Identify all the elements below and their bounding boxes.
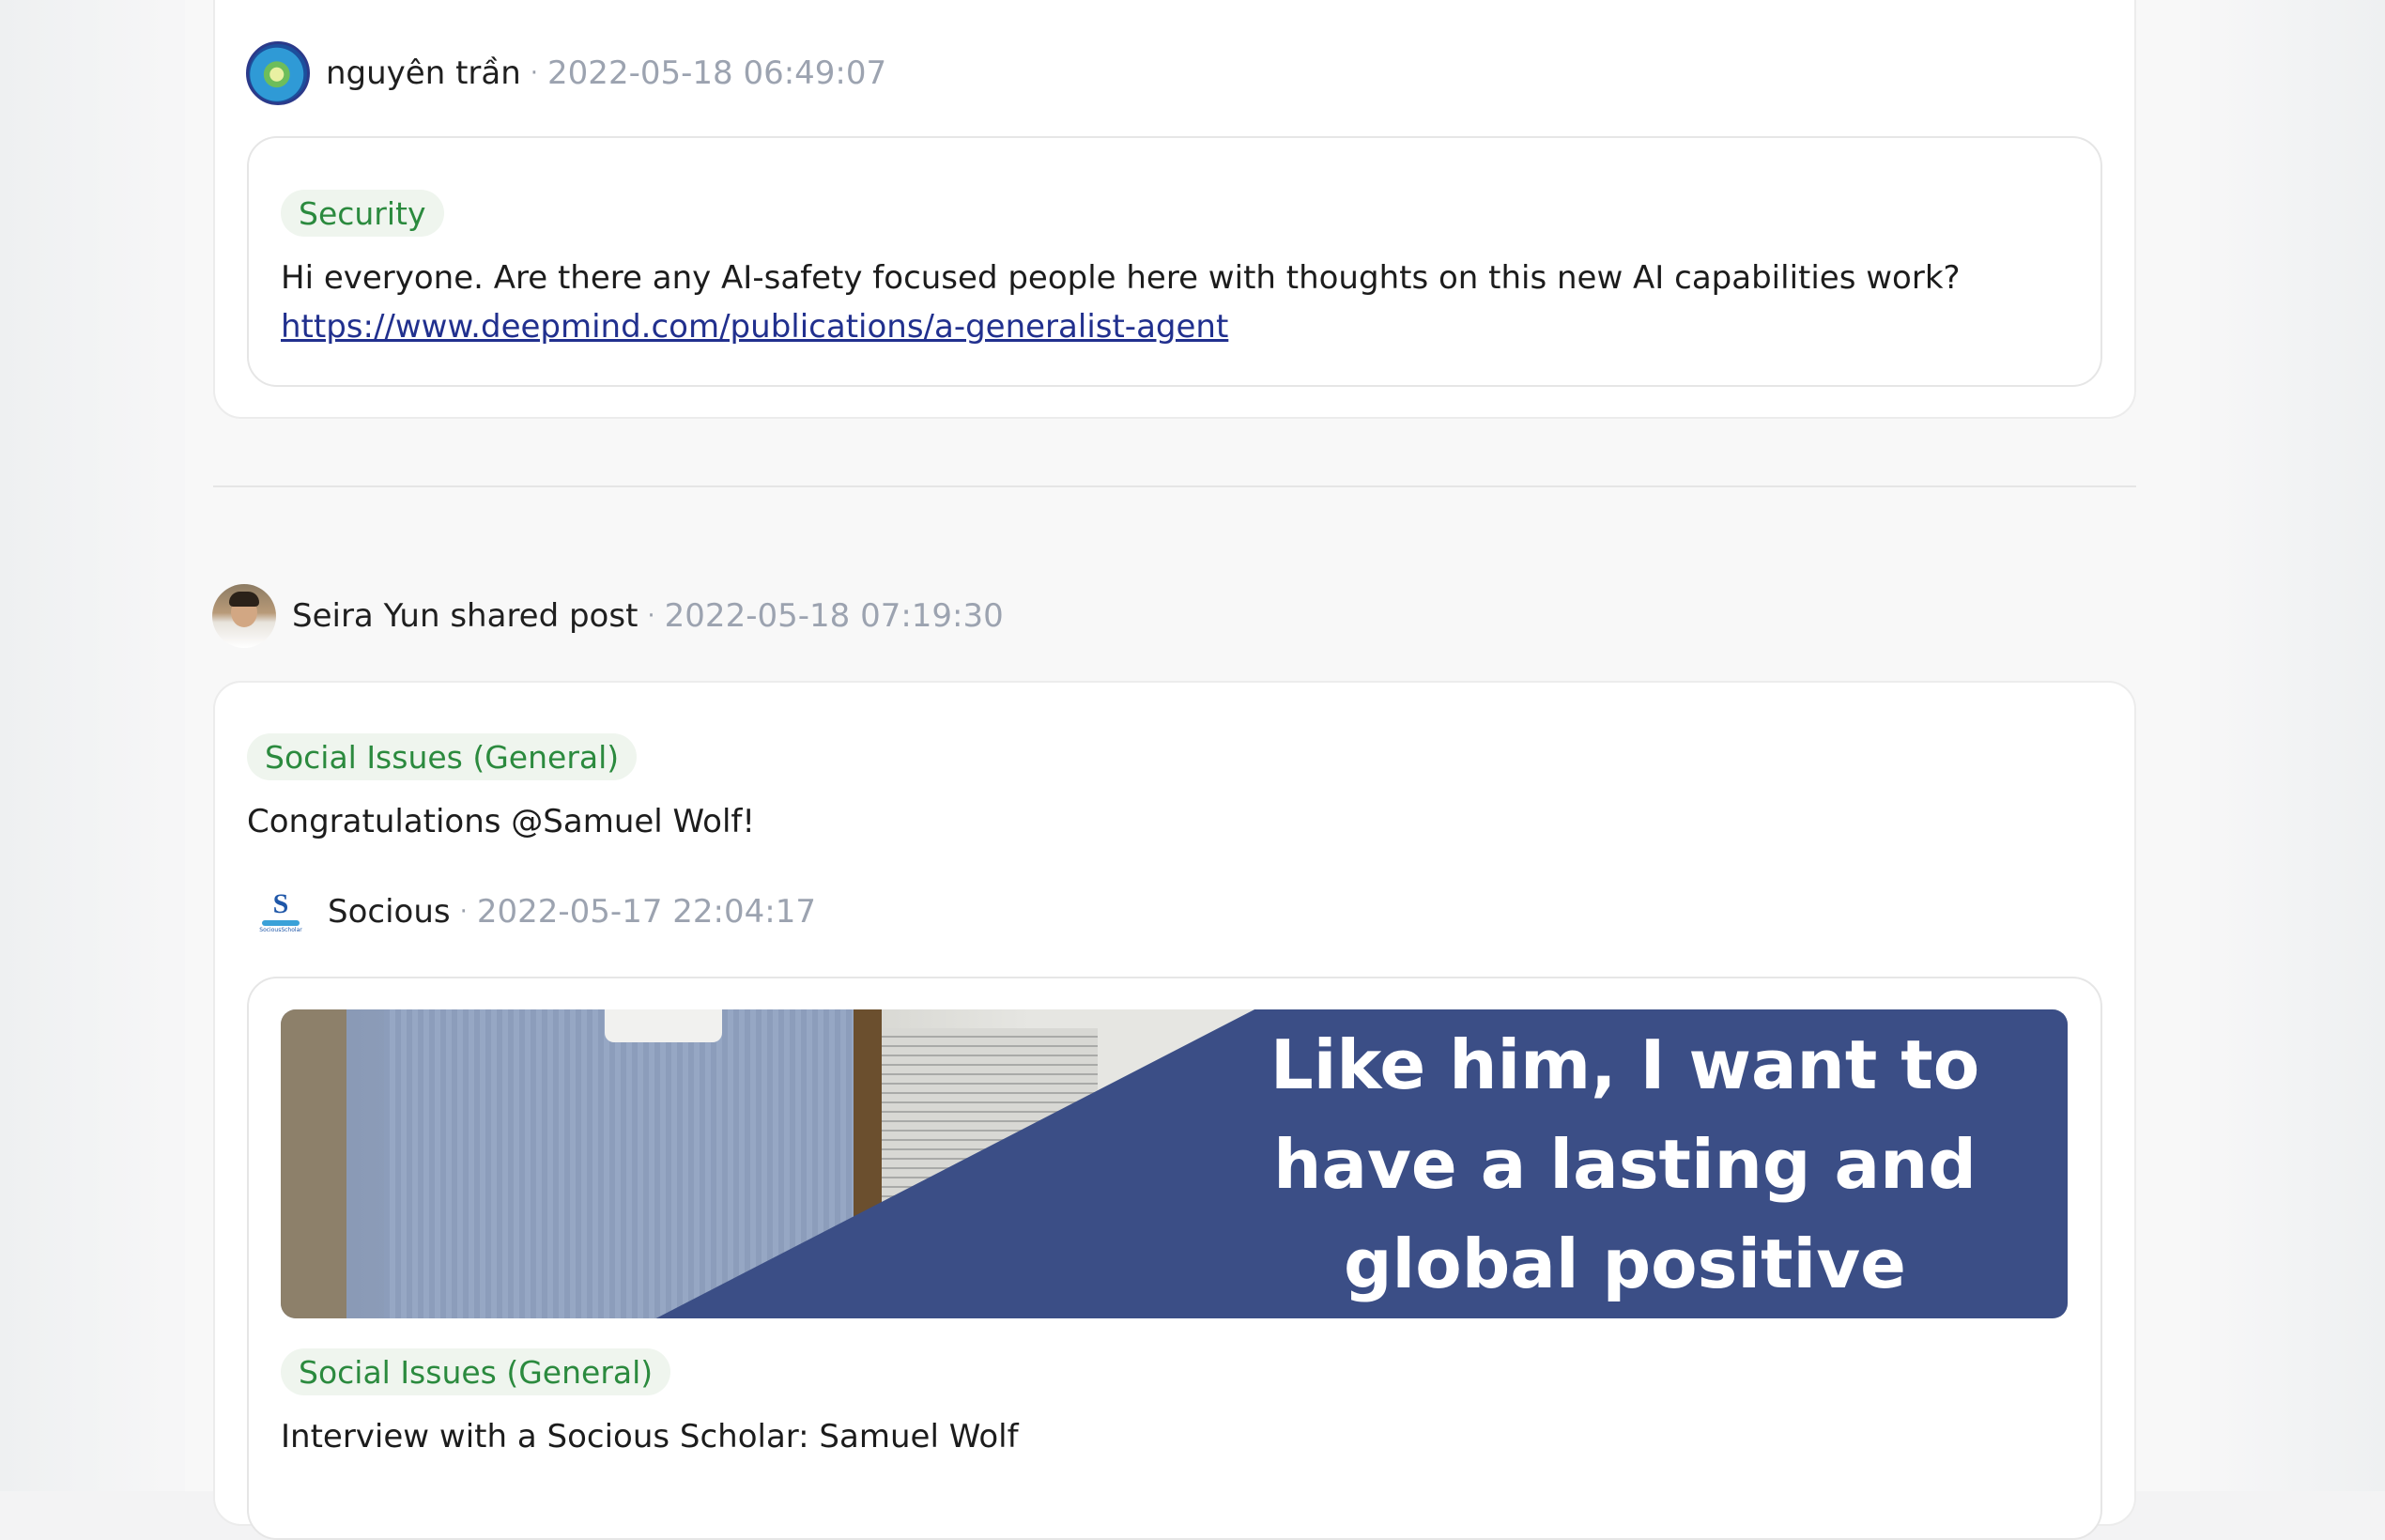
banner-name-badge: [605, 1009, 722, 1042]
post-timestamp: 2022-05-18 07:19:30: [664, 597, 1004, 635]
category-tag[interactable]: Social Issues (General): [247, 733, 638, 780]
post-header: Seira Yun shared post · 2022-05-18 07:19…: [212, 584, 1004, 648]
post-banner-image[interactable]: Like him, I want to have a lasting and g…: [281, 1009, 2068, 1318]
post-link[interactable]: https://www.deepmind.com/publications/a-…: [281, 308, 1228, 346]
banner-line: Like him, I want to: [1269, 1024, 1980, 1104]
post-timestamp: 2022-05-17 22:04:17: [476, 893, 816, 931]
separator-dot: ·: [459, 898, 468, 926]
author-name[interactable]: nguyên trần: [326, 54, 521, 92]
shared-post-header: S SociousScholar Socious · 2022-05-17 22…: [254, 886, 816, 938]
separator-dot: ·: [647, 602, 655, 630]
post-divider: [213, 485, 2136, 487]
post-header: nguyên trần · 2022-05-18 06:49:07: [246, 41, 886, 105]
banner-quote: Like him, I want to have a lasting and g…: [1201, 1009, 2049, 1318]
post-timestamp: 2022-05-18 06:49:07: [547, 54, 887, 92]
category-tag[interactable]: Security: [281, 190, 444, 237]
banner-line: global positive: [1344, 1224, 1906, 1303]
post-body: Congratulations @Samuel Wolf!: [247, 803, 756, 840]
avatar[interactable]: [246, 41, 310, 105]
banner-line: have a lasting and: [1273, 1124, 1977, 1204]
separator-dot: ·: [530, 59, 539, 87]
shared-post-title[interactable]: Interview with a Socious Scholar: Samuel…: [281, 1418, 1019, 1455]
category-tag[interactable]: Social Issues (General): [281, 1348, 671, 1395]
socious-logo-icon[interactable]: S SociousScholar: [254, 886, 307, 938]
author-name[interactable]: Socious: [328, 893, 451, 931]
avatar[interactable]: [212, 584, 276, 648]
author-name[interactable]: Seira Yun shared post: [292, 597, 638, 635]
post-body: Hi everyone. Are there any AI-safety foc…: [281, 259, 1961, 297]
